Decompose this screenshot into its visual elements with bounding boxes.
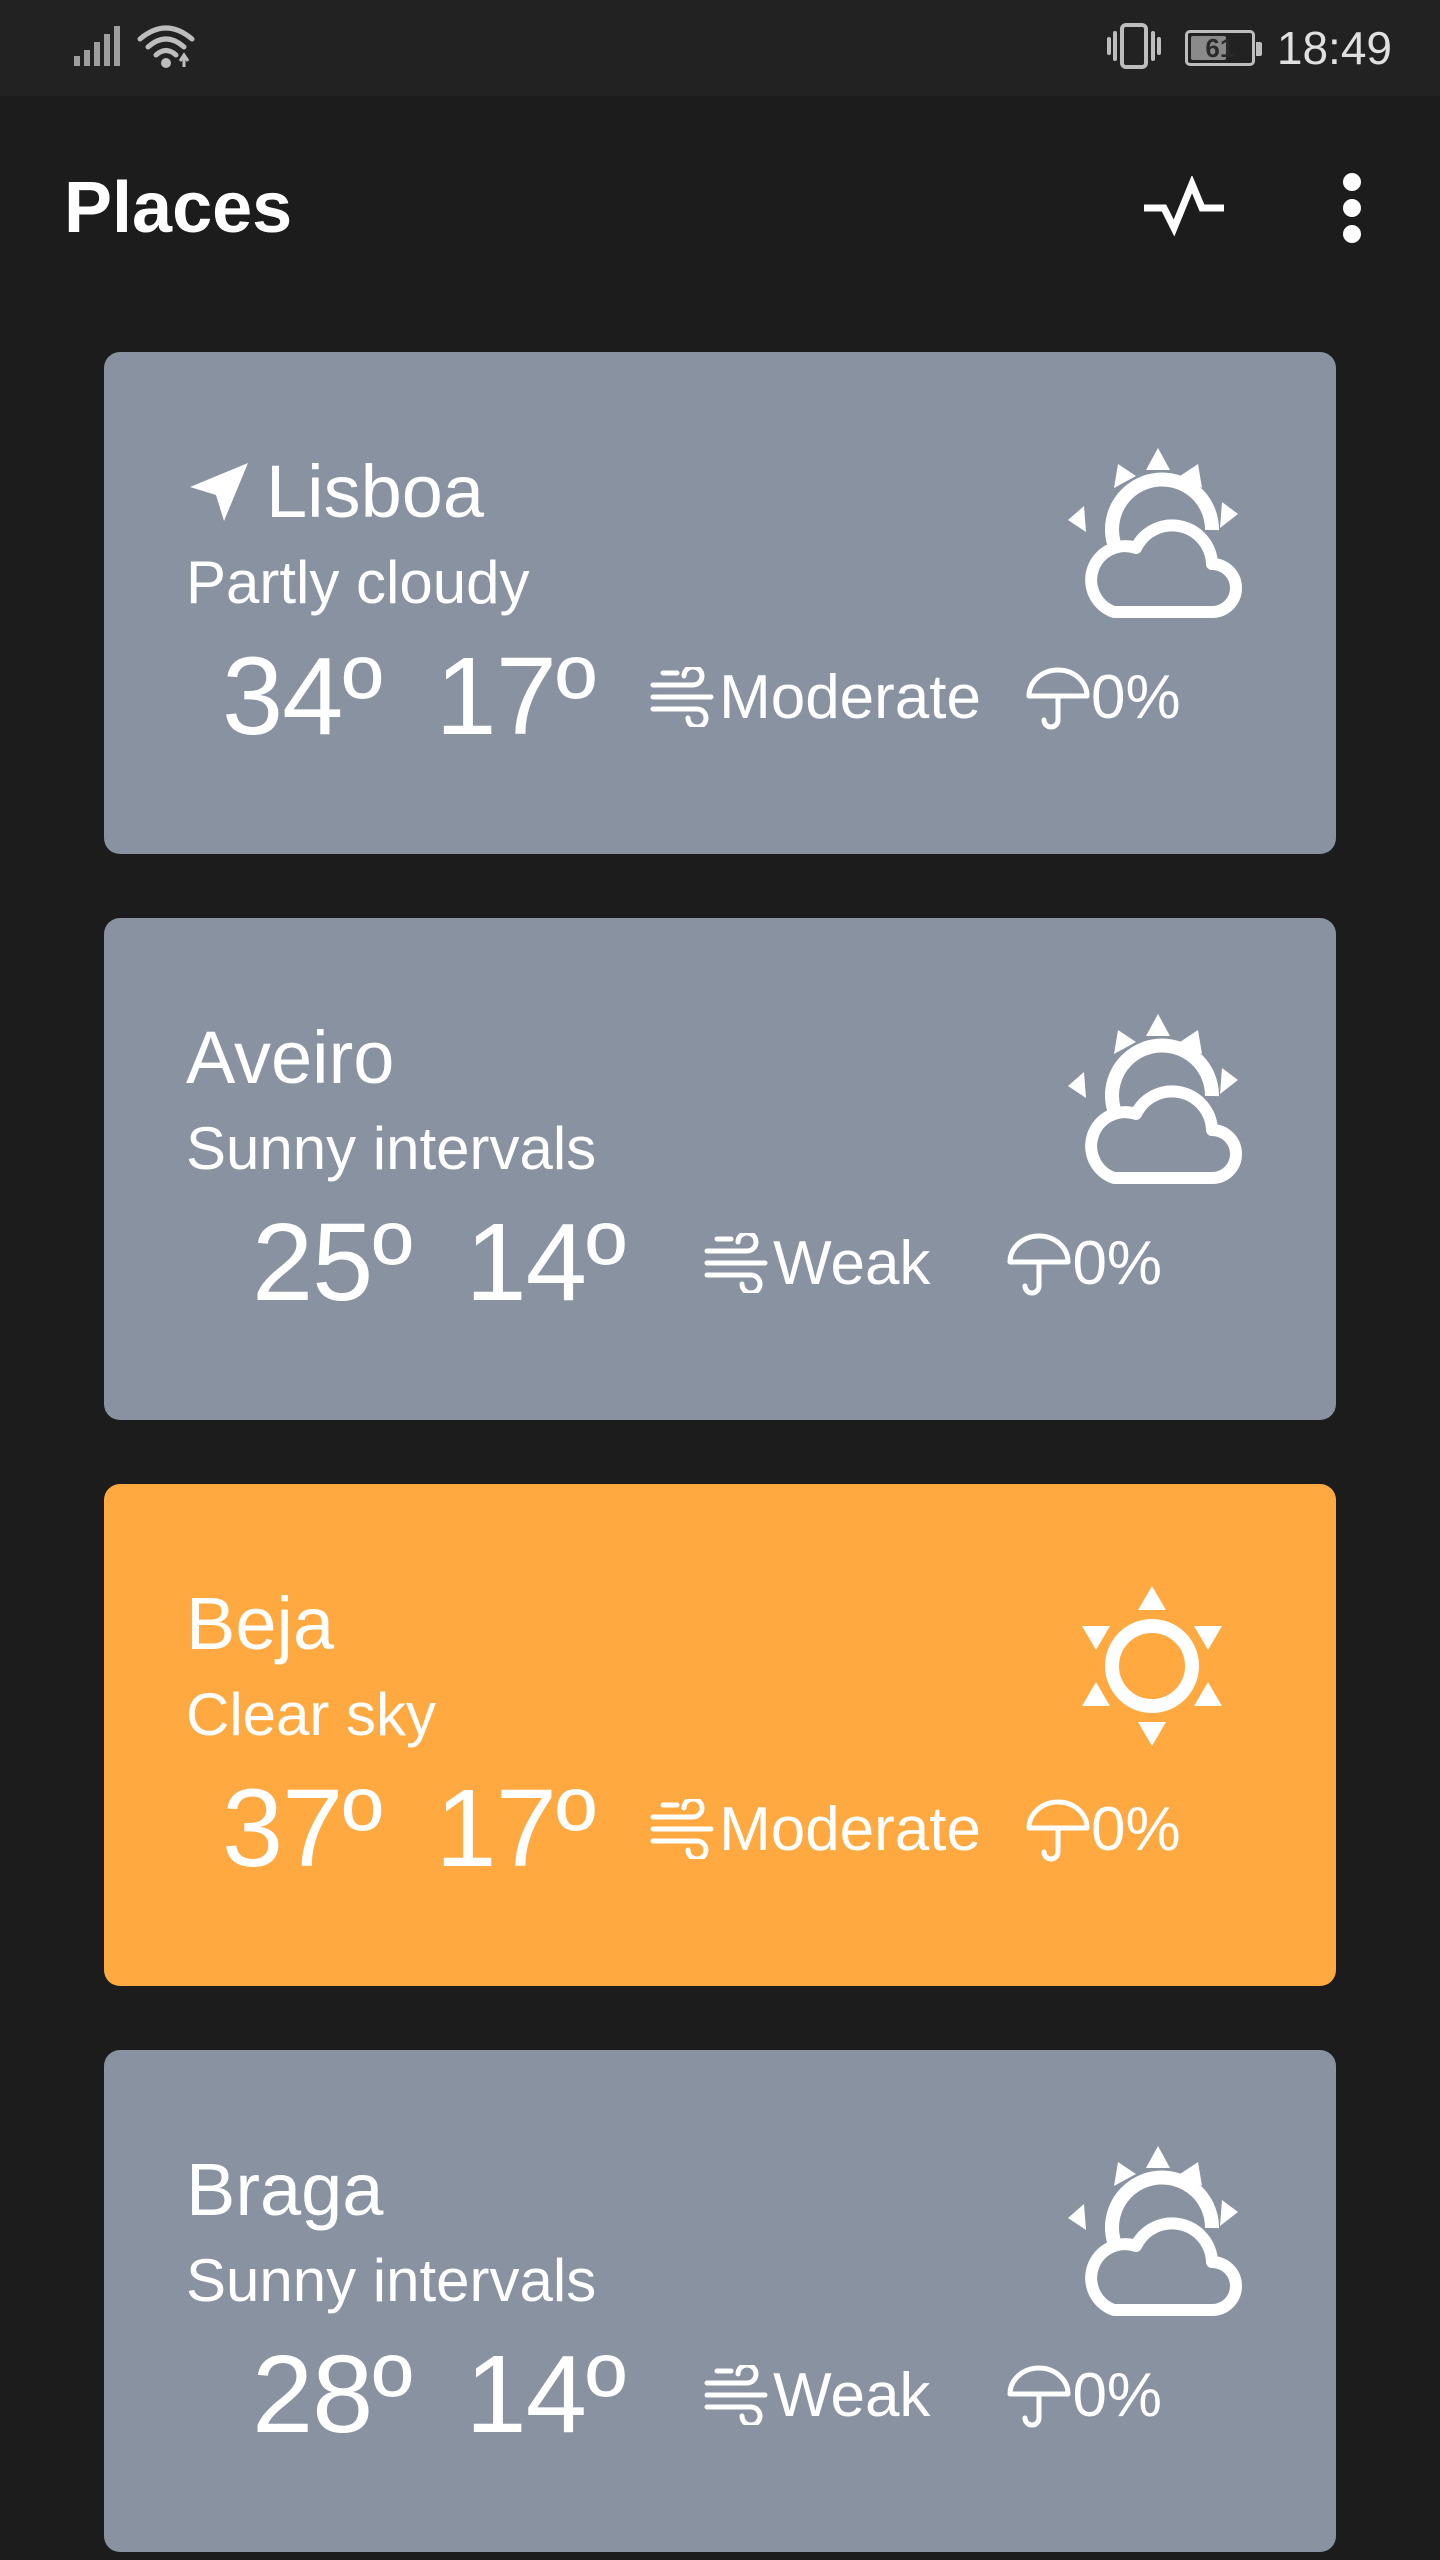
- wifi-icon: [136, 21, 196, 76]
- umbrella-icon: [1026, 1799, 1090, 1862]
- temp-min: 14º: [465, 2333, 627, 2456]
- battery-level: 61: [1205, 32, 1235, 63]
- status-time: 18:49: [1276, 22, 1392, 74]
- wind-label: Moderate: [719, 1794, 981, 1864]
- precip-stat: 0%: [1006, 1228, 1162, 1299]
- umbrella-icon: [1026, 667, 1090, 730]
- precip-label: 0%: [1072, 2360, 1163, 2430]
- wind-stat: Moderate: [649, 1794, 981, 1865]
- wind-label: Weak: [773, 1228, 931, 1298]
- place-stats: 34º 17º Moderate 0%: [222, 642, 1181, 752]
- place-description: Sunny intervals: [186, 2247, 597, 2314]
- place-stats: 37º 17º Moderate 0%: [222, 1774, 1181, 1884]
- wind-icon: [650, 667, 714, 727]
- status-right: 61 18:49: [1105, 20, 1392, 76]
- wind-icon: [650, 1799, 714, 1859]
- temp-max: 25º: [252, 1201, 413, 1324]
- wind-icon: [704, 1233, 768, 1293]
- precip-stat: 0%: [1025, 1794, 1181, 1865]
- battery-icon: 61: [1184, 30, 1262, 66]
- place-card-braga[interactable]: Braga Sunny intervals 28º 14º Weak 0%: [104, 2050, 1336, 2552]
- place-name-row: Braga: [186, 2148, 383, 2232]
- signal-icon: [72, 24, 120, 73]
- temp-max: 28º: [252, 2333, 413, 2456]
- pulse-icon: [1144, 176, 1224, 237]
- partly-cloudy-icon: [1062, 444, 1242, 624]
- temp-max: 37º: [222, 1767, 383, 1890]
- place-description: Clear sky: [186, 1681, 437, 1748]
- precip-label: 0%: [1091, 1794, 1181, 1864]
- wind-stat: Moderate: [649, 662, 981, 733]
- partly-cloudy-icon: [1062, 2142, 1242, 2322]
- temp-max: 34º: [222, 635, 383, 758]
- place-card-aveiro[interactable]: Aveiro Sunny intervals 25º 14º Weak 0%: [104, 918, 1336, 1420]
- place-name: Aveiro: [186, 1016, 395, 1099]
- umbrella-icon: [1007, 2365, 1071, 2428]
- more-vert-icon: [1343, 173, 1361, 243]
- pulse-button[interactable]: [1132, 156, 1236, 260]
- place-name: Braga: [186, 2148, 384, 2231]
- place-description: Partly cloudy: [186, 549, 530, 616]
- temp-min: 14º: [465, 1201, 627, 1324]
- sun-icon: [1062, 1576, 1242, 1756]
- precip-stat: 0%: [1006, 2360, 1162, 2431]
- wind-stat: Weak: [703, 2360, 930, 2431]
- precip-label: 0%: [1091, 662, 1181, 732]
- wind-label: Moderate: [719, 662, 981, 732]
- place-stats: 25º 14º Weak 0%: [252, 1208, 1162, 1318]
- place-description: Sunny intervals: [186, 1115, 597, 1182]
- status-left: [72, 22, 196, 74]
- location-arrow-icon: [190, 463, 248, 521]
- place-name: Beja: [186, 1582, 335, 1665]
- place-name-row: Beja: [186, 1582, 334, 1666]
- place-name-row: Lisboa: [186, 450, 484, 534]
- page-title: Places: [64, 168, 293, 248]
- umbrella-icon: [1007, 1233, 1071, 1296]
- place-name: Lisboa: [266, 450, 485, 533]
- temp-min: 17º: [435, 635, 597, 758]
- app-bar: Places: [0, 96, 1440, 324]
- place-name-row: Aveiro: [186, 1016, 394, 1100]
- place-stats: 28º 14º Weak 0%: [252, 2340, 1162, 2450]
- status-bar: 61 18:49: [0, 0, 1440, 96]
- place-card-beja[interactable]: Beja Clear sky 37º 17º Moderate 0%: [104, 1484, 1336, 1986]
- place-card-lisboa[interactable]: Lisboa Partly cloudy 34º 17º Moderate 0%: [104, 352, 1336, 854]
- vibrate-icon: [1105, 21, 1163, 76]
- more-options-button[interactable]: [1300, 156, 1404, 260]
- wind-stat: Weak: [703, 1228, 930, 1299]
- wind-icon: [704, 2365, 768, 2425]
- precip-stat: 0%: [1025, 662, 1181, 733]
- wind-label: Weak: [773, 2360, 931, 2430]
- precip-label: 0%: [1072, 1228, 1163, 1298]
- partly-cloudy-icon: [1062, 1010, 1242, 1190]
- temp-min: 17º: [435, 1767, 597, 1890]
